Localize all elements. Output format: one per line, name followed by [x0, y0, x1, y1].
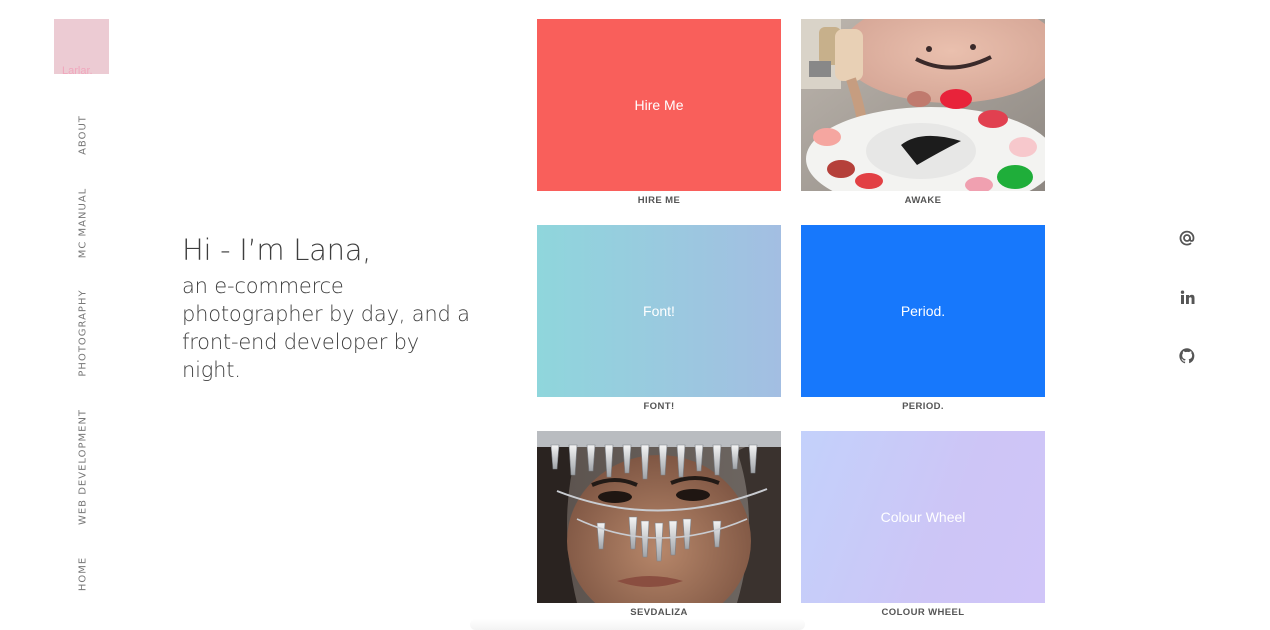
github-icon: [1179, 348, 1195, 364]
tile-face: Font!: [537, 225, 781, 397]
tile-caption[interactable]: SEVDALIZA: [537, 607, 781, 618]
nav-item-about[interactable]: ABOUT: [72, 108, 94, 162]
nav-item-web-development[interactable]: WEB DEVELOPMENT: [72, 403, 94, 531]
bottom-shadow: [470, 619, 805, 630]
tile-face-text: Colour Wheel: [880, 509, 966, 525]
nav-item-home[interactable]: HOME: [72, 550, 94, 598]
intro-title: Hi - I’m Lana,: [182, 233, 372, 267]
portrait-illustration: [537, 431, 781, 603]
logo-text: Larlar.: [62, 65, 93, 77]
tile-awake[interactable]: AWAKE: [801, 19, 1045, 206]
tile-colour-wheel[interactable]: Colour Wheel COLOUR WHEEL: [801, 431, 1045, 618]
paint-palette-photo: [801, 19, 1045, 191]
intro-body: an e-commerce photographer by day, and a…: [182, 274, 470, 382]
tile-face: Period.: [801, 225, 1045, 397]
nav-item-label: HOME: [77, 556, 89, 592]
tile-caption[interactable]: FONT!: [537, 401, 781, 412]
linkedin-link[interactable]: [1178, 288, 1196, 306]
tile-face-text: Hire Me: [634, 97, 684, 113]
tile-caption[interactable]: HIRE ME: [537, 195, 781, 206]
nav-item-photography[interactable]: PHOTOGRAPHY: [72, 283, 94, 383]
tile-period[interactable]: Period. PERIOD.: [801, 225, 1045, 412]
logo[interactable]: Larlar.: [54, 19, 109, 77]
tile-font[interactable]: Font! FONT!: [537, 225, 781, 412]
tile-hire-me[interactable]: Hire Me HIRE ME: [537, 19, 781, 206]
tile-face-text: Period.: [900, 303, 946, 319]
tile-face-text: Font!: [643, 303, 675, 319]
tile-caption[interactable]: COLOUR WHEEL: [801, 607, 1045, 618]
crystal-mask-portrait-photo: [537, 431, 781, 603]
tile-face: Colour Wheel: [801, 431, 1045, 603]
intro: Hi - I’m Lana, an e-commerce photographe…: [182, 230, 472, 384]
nav-item-label: WEB DEVELOPMENT: [77, 408, 89, 526]
tile-sevdaliza[interactable]: SEVDALIZA: [537, 431, 781, 618]
tile-caption[interactable]: PERIOD.: [801, 401, 1045, 412]
email-at-icon[interactable]: [1178, 229, 1196, 247]
at-icon: [1179, 230, 1195, 246]
nav-item-label: PHOTOGRAPHY: [77, 289, 89, 377]
paint-palette-illustration: [801, 19, 1045, 191]
tile-face: Hire Me: [537, 19, 781, 191]
nav-item-mc-manual[interactable]: MC MANUAL: [72, 180, 94, 266]
tile-caption[interactable]: AWAKE: [801, 195, 1045, 206]
nav-item-label: ABOUT: [77, 115, 89, 155]
github-link[interactable]: [1178, 347, 1196, 365]
linkedin-icon: [1180, 290, 1194, 304]
nav-item-label: MC MANUAL: [77, 187, 89, 259]
